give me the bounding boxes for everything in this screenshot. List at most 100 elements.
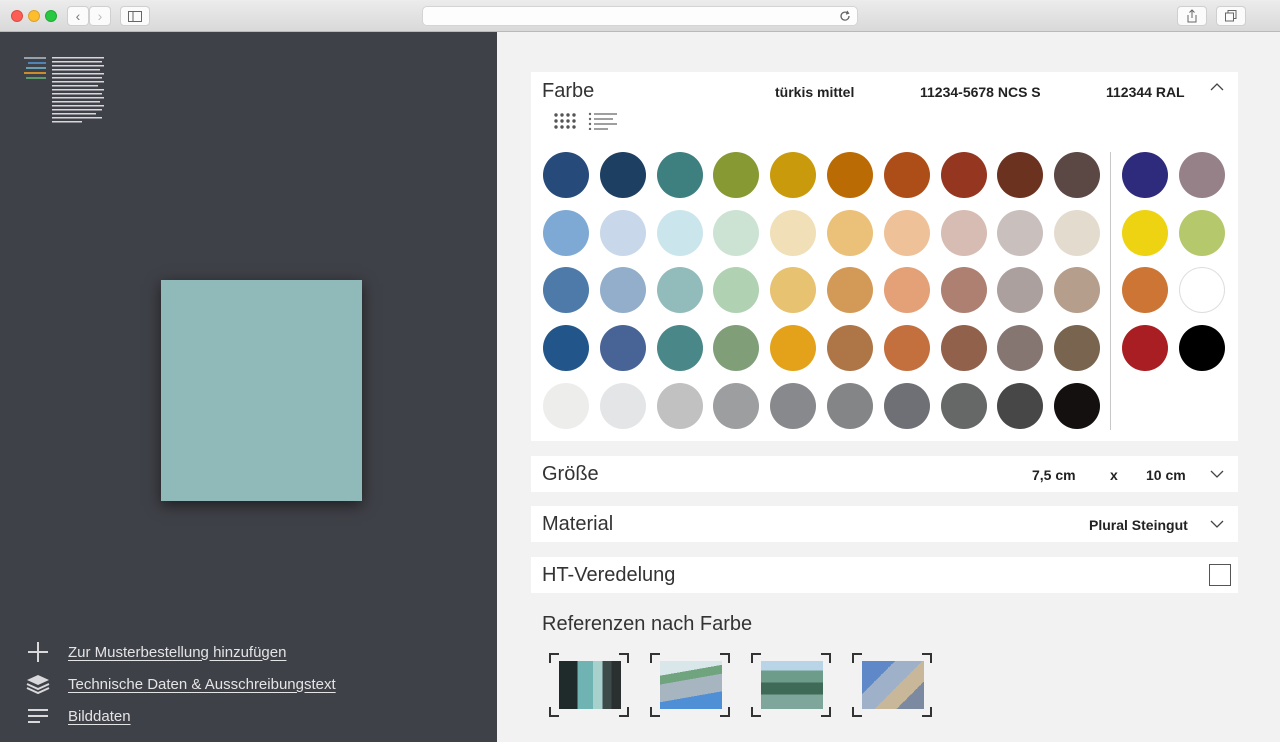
reload-icon[interactable]: [839, 10, 851, 22]
selected-color-preview: [161, 280, 362, 501]
color-swatch[interactable]: [827, 152, 873, 198]
color-swatch[interactable]: [656, 267, 703, 314]
plus-icon: [24, 639, 52, 665]
chevron-up-icon[interactable]: [1210, 80, 1224, 94]
back-button[interactable]: ‹: [67, 6, 89, 26]
add-to-sample-order-link[interactable]: Zur Musterbestellung hinzufügen: [24, 639, 286, 665]
add-to-sample-order-label[interactable]: Zur Musterbestellung hinzufügen: [68, 644, 286, 661]
color-swatch[interactable]: [713, 325, 760, 372]
color-swatch[interactable]: [1179, 152, 1225, 198]
color-swatch[interactable]: [599, 267, 646, 314]
color-swatch[interactable]: [997, 325, 1044, 372]
reference-thumbnail[interactable]: [852, 653, 932, 717]
color-swatch[interactable]: [1179, 267, 1225, 314]
color-swatch[interactable]: [656, 325, 703, 372]
color-swatch[interactable]: [883, 152, 930, 198]
color-swatch[interactable]: [713, 382, 760, 429]
size-section-title: Größe: [542, 463, 599, 485]
color-swatch[interactable]: [883, 209, 930, 256]
image-data-link[interactable]: Bilddaten: [24, 703, 131, 729]
ht-finish-section: HT-Veredelung: [531, 557, 1238, 593]
color-section-title: Farbe: [542, 80, 595, 102]
color-swatch[interactable]: [827, 209, 873, 256]
sidebar-toggle-button[interactable]: [120, 6, 150, 26]
color-swatch[interactable]: [940, 267, 987, 314]
color-swatch[interactable]: [770, 325, 817, 372]
color-swatch[interactable]: [997, 152, 1044, 198]
reference-thumbnail[interactable]: [751, 653, 831, 717]
color-swatch[interactable]: [883, 267, 930, 314]
color-swatch[interactable]: [1054, 382, 1101, 429]
share-icon: [1187, 9, 1197, 23]
color-swatch[interactable]: [770, 209, 817, 256]
color-swatch[interactable]: [770, 267, 817, 314]
color-swatch[interactable]: [1054, 152, 1101, 198]
technical-data-link[interactable]: Technische Daten & Ausschreibungstext: [24, 671, 336, 697]
color-swatch[interactable]: [1122, 152, 1168, 198]
color-swatch[interactable]: [543, 209, 589, 256]
color-swatch[interactable]: [940, 382, 987, 429]
minimize-window-button[interactable]: [28, 10, 40, 22]
color-swatch[interactable]: [997, 267, 1044, 314]
color-swatch[interactable]: [543, 382, 589, 429]
ht-finish-checkbox[interactable]: [1209, 564, 1231, 586]
list-view-icon[interactable]: [588, 112, 618, 130]
color-swatch[interactable]: [827, 267, 873, 314]
preview-panel: Zur Musterbestellung hinzufügen Technisc…: [0, 32, 497, 742]
material-section[interactable]: Material Plural Steingut: [531, 506, 1238, 542]
grid-view-icon[interactable]: [553, 112, 577, 130]
color-swatch[interactable]: [997, 209, 1044, 256]
color-swatch[interactable]: [827, 325, 873, 372]
color-swatch[interactable]: [770, 152, 817, 198]
chevron-down-icon[interactable]: [1210, 467, 1224, 481]
size-section[interactable]: Größe 7,5 cm x 10 cm: [531, 456, 1238, 492]
forward-button[interactable]: ›: [89, 6, 111, 26]
zoom-window-button[interactable]: [45, 10, 57, 22]
color-swatch[interactable]: [543, 267, 589, 314]
color-swatch[interactable]: [1054, 325, 1101, 372]
color-swatch[interactable]: [883, 382, 930, 429]
color-swatch[interactable]: [656, 152, 703, 198]
color-swatch[interactable]: [656, 209, 703, 256]
technical-data-label[interactable]: Technische Daten & Ausschreibungstext: [68, 676, 336, 693]
color-swatch[interactable]: [543, 325, 589, 372]
color-swatch[interactable]: [940, 152, 987, 198]
reference-thumbnail[interactable]: [549, 653, 629, 717]
color-swatch[interactable]: [713, 152, 760, 198]
color-swatch[interactable]: [883, 325, 930, 372]
close-window-button[interactable]: [11, 10, 23, 22]
color-swatch[interactable]: [599, 209, 646, 256]
color-swatch[interactable]: [1122, 267, 1168, 314]
image-data-label[interactable]: Bilddaten: [68, 708, 131, 725]
configurator-panel: Farbe türkis mittel 11234-5678 NCS S 112…: [497, 32, 1280, 742]
color-swatch[interactable]: [1054, 267, 1101, 314]
color-swatch[interactable]: [997, 382, 1044, 429]
color-swatch[interactable]: [543, 152, 589, 198]
color-swatch[interactable]: [1122, 325, 1168, 372]
color-swatch[interactable]: [1054, 209, 1101, 256]
color-swatch[interactable]: [599, 152, 646, 198]
color-swatch[interactable]: [1179, 209, 1225, 256]
tabs-overview-button[interactable]: [1216, 6, 1246, 26]
color-swatch[interactable]: [713, 267, 760, 314]
spec-sheet-thumbnail: [24, 57, 104, 123]
color-swatch[interactable]: [599, 382, 646, 429]
color-swatch[interactable]: [1122, 209, 1168, 256]
color-swatch[interactable]: [827, 382, 873, 429]
color-swatch[interactable]: [656, 382, 703, 429]
reference-image: [862, 661, 924, 709]
color-swatch[interactable]: [940, 209, 987, 256]
color-name: türkis mittel: [775, 84, 855, 100]
lines-icon: [24, 703, 52, 729]
color-swatch[interactable]: [599, 325, 646, 372]
reference-thumbnail[interactable]: [650, 653, 730, 717]
sidebar-icon: [128, 11, 142, 22]
chevron-down-icon[interactable]: [1210, 517, 1224, 531]
color-swatch[interactable]: [713, 209, 760, 256]
share-button[interactable]: [1177, 6, 1207, 26]
color-swatch[interactable]: [770, 382, 817, 429]
color-swatch[interactable]: [1179, 325, 1225, 372]
color-swatch[interactable]: [940, 325, 987, 372]
address-bar[interactable]: [422, 6, 858, 26]
material-section-title: Material: [542, 513, 614, 535]
